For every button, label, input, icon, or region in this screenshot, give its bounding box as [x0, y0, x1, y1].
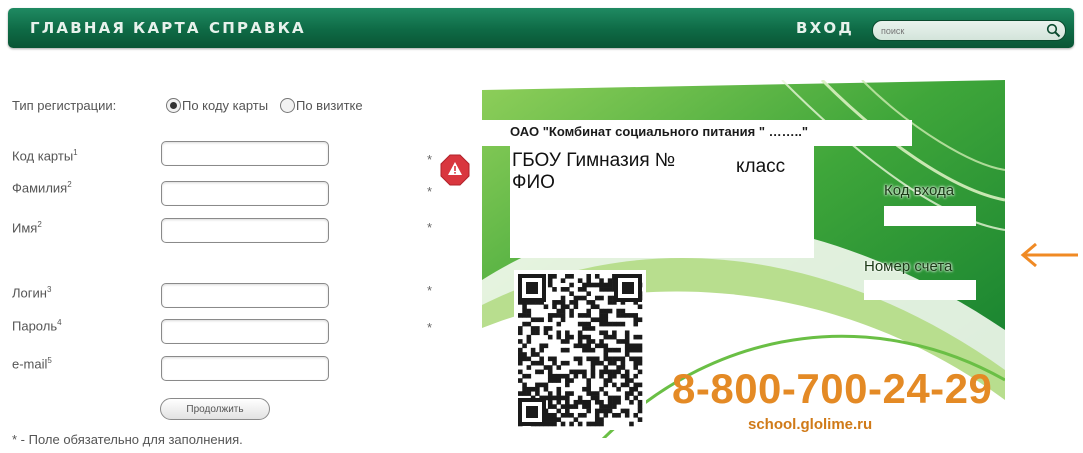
- card-school: ГБОУ Гимназия №: [512, 150, 676, 171]
- card-fio-label: ФИО: [512, 172, 555, 193]
- email-label: e-mail5: [12, 356, 52, 372]
- card-code-label: Код карты1: [12, 148, 78, 164]
- password-label: Пароль4: [12, 318, 62, 334]
- reg-type-card-label[interactable]: По коду карты: [182, 98, 268, 113]
- nav-home-link[interactable]: ГЛАВНАЯ: [30, 19, 126, 37]
- arrow-left-icon: [1020, 242, 1078, 268]
- surname-field: [161, 181, 329, 206]
- card-title: ОАО "Комбинат социального питания " ……..…: [510, 124, 808, 139]
- required-mark: *: [427, 152, 433, 167]
- login-input[interactable]: [162, 284, 328, 307]
- card-image: ОАО "Комбинат социального питания " ……..…: [482, 80, 1005, 438]
- card-code-input[interactable]: [162, 142, 328, 165]
- required-mark: *: [427, 184, 433, 199]
- website-link[interactable]: school.glolime.ru: [748, 416, 872, 433]
- name-field: [161, 218, 329, 243]
- name-input[interactable]: [162, 219, 328, 242]
- qr-code: [514, 270, 646, 430]
- password-input[interactable]: [162, 320, 328, 343]
- reg-type-label: Тип регистрации:: [12, 98, 117, 113]
- reg-type-visit-label[interactable]: По визитке: [296, 98, 363, 113]
- warning-icon: [440, 154, 470, 186]
- login-label: Логин3: [12, 285, 52, 301]
- email-field: [161, 356, 329, 381]
- nav-map-link[interactable]: КАРТА: [133, 19, 201, 37]
- nav-login-link[interactable]: ВХОД: [796, 19, 854, 37]
- phone-number: 8-800-700-24-29: [672, 365, 993, 412]
- card-code-field: [161, 141, 329, 166]
- continue-button[interactable]: Продолжить: [160, 398, 270, 420]
- surname-input[interactable]: [162, 182, 328, 205]
- required-mark: *: [427, 283, 433, 298]
- search-box: [872, 20, 1066, 41]
- reg-type-visit-radio[interactable]: [280, 98, 295, 113]
- surname-label: Фамилия2: [12, 180, 72, 196]
- required-footnote: * - Поле обязательно для заполнения.: [12, 432, 243, 447]
- required-mark: *: [427, 220, 433, 235]
- password-field: [161, 319, 329, 344]
- account-number-box: [864, 280, 976, 300]
- search-input[interactable]: [879, 23, 1043, 39]
- search-icon[interactable]: [1046, 23, 1061, 38]
- login-code-box: [884, 206, 976, 226]
- login-code-label: Код входа: [884, 182, 955, 199]
- card-class-label: класс: [736, 156, 786, 177]
- account-number-label: Номер счета: [864, 258, 953, 275]
- nav-help-link[interactable]: СПРАВКА: [209, 19, 306, 37]
- reg-type-card-radio[interactable]: [166, 98, 181, 113]
- login-field: [161, 283, 329, 308]
- name-label: Имя2: [12, 220, 42, 236]
- required-mark: *: [427, 320, 433, 335]
- top-navbar: ГЛАВНАЯ КАРТА СПРАВКА ВХОД: [8, 8, 1074, 48]
- email-input[interactable]: [162, 357, 328, 380]
